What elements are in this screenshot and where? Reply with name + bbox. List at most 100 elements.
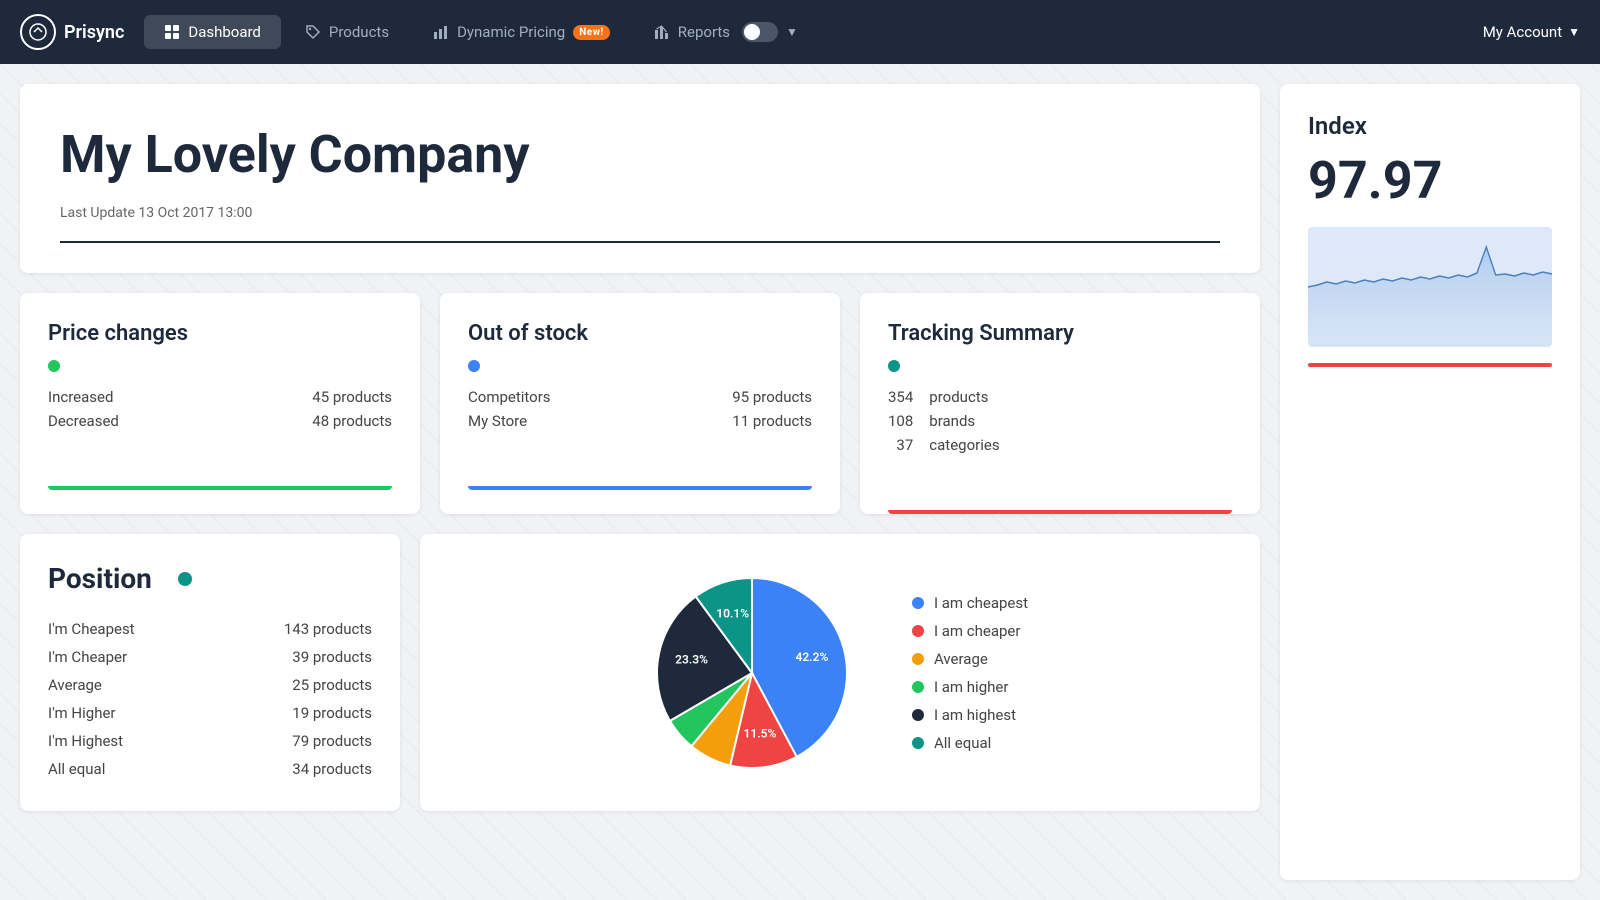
tag-icon	[305, 24, 321, 40]
price-changes-label-0: Increased	[48, 388, 113, 406]
out-of-stock-title: Out of stock	[468, 321, 812, 346]
position-value-3: 19 products	[292, 704, 372, 722]
mini-chart-svg	[1308, 227, 1552, 347]
legend-item-2: Average	[912, 650, 1028, 668]
new-badge: New!	[573, 25, 610, 40]
svg-text:42.2%: 42.2%	[795, 650, 828, 664]
nav-dashboard-label: Dashboard	[188, 23, 261, 41]
price-changes-label-1: Decreased	[48, 412, 119, 430]
legend-label-3: I am higher	[934, 678, 1008, 696]
pie-svg: 42.2% 11.5% 23.3% 10.1%	[652, 573, 852, 773]
position-label-0: I'm Cheapest	[48, 620, 135, 638]
out-of-stock-label-0: Competitors	[468, 388, 551, 406]
position-row-1: I'm Cheaper 39 products	[48, 643, 372, 671]
out-of-stock-row-0: Competitors 95 products	[468, 388, 812, 406]
price-changes-row-1: Decreased 48 products	[48, 412, 392, 430]
position-title: Position	[48, 562, 152, 595]
chart-card: 42.2% 11.5% 23.3% 10.1% I am cheapest I am …	[420, 534, 1260, 811]
position-row-4: I'm Highest 79 products	[48, 727, 372, 755]
out-of-stock-card: Out of stock Competitors 95 products My …	[440, 293, 840, 514]
tracking-num-1: 108	[888, 412, 913, 430]
account-chevron: ▼	[1568, 25, 1580, 39]
index-card: Index 97.97	[1280, 84, 1580, 880]
position-value-0: 143 products	[284, 620, 372, 638]
account-label: My Account	[1483, 23, 1562, 41]
pie-legend: I am cheapest I am cheaper Average I am …	[912, 594, 1028, 752]
tracking-summary-dot	[888, 360, 900, 372]
position-value-1: 39 products	[292, 648, 372, 666]
tracking-summary-title: Tracking Summary	[888, 321, 1232, 346]
header-card: My Lovely Company Last Update 13 Oct 201…	[20, 84, 1260, 273]
stats-row: Price changes Increased 45 products Decr…	[20, 293, 1260, 514]
position-label-2: Average	[48, 676, 102, 694]
legend-label-2: Average	[934, 650, 988, 668]
logo[interactable]: Prisync	[20, 14, 124, 50]
legend-dot-4	[912, 709, 924, 721]
price-changes-bar	[48, 486, 392, 490]
index-value: 97.97	[1308, 150, 1552, 211]
logo-text: Prisync	[64, 22, 124, 43]
price-changes-value-1: 48 products	[312, 412, 392, 430]
tracking-label-0: products	[929, 388, 999, 406]
position-row-3: I'm Higher 19 products	[48, 699, 372, 727]
out-of-stock-rows: Competitors 95 products My Store 11 prod…	[468, 388, 812, 430]
price-changes-dot	[48, 360, 60, 372]
legend-label-5: All equal	[934, 734, 991, 752]
legend-dot-5	[912, 737, 924, 749]
left-content: My Lovely Company Last Update 13 Oct 201…	[20, 84, 1260, 880]
grid-icon	[164, 24, 180, 40]
reports-chevron: ▼	[786, 25, 798, 39]
nav-item-dashboard[interactable]: Dashboard	[144, 15, 281, 49]
nav-dynamic-pricing-label: Dynamic Pricing	[457, 23, 565, 41]
legend-dot-1	[912, 625, 924, 637]
position-table: I'm Cheapest 143 products I'm Cheaper 39…	[48, 615, 372, 783]
nav-item-reports[interactable]: Reports ▼	[634, 14, 818, 50]
tracking-label-1: brands	[929, 412, 999, 430]
position-value-2: 25 products	[292, 676, 372, 694]
legend-dot-0	[912, 597, 924, 609]
last-update: Last Update 13 Oct 2017 13:00	[60, 205, 1220, 221]
price-changes-row-0: Increased 45 products	[48, 388, 392, 406]
svg-text:10.1%: 10.1%	[716, 606, 749, 620]
legend-item-3: I am higher	[912, 678, 1028, 696]
legend-label-1: I am cheaper	[934, 622, 1021, 640]
company-title: My Lovely Company	[60, 124, 1220, 185]
out-of-stock-label-1: My Store	[468, 412, 527, 430]
tracking-label-2: categories	[929, 436, 999, 454]
position-label-3: I'm Higher	[48, 704, 116, 722]
legend-item-0: I am cheapest	[912, 594, 1028, 612]
svg-text:23.3%: 23.3%	[675, 652, 708, 666]
position-card: Position I'm Cheapest 143 products I'm C…	[20, 534, 400, 811]
price-changes-title: Price changes	[48, 321, 392, 346]
out-of-stock-value-1: 11 products	[732, 412, 812, 430]
position-value-5: 34 products	[292, 760, 372, 778]
price-changes-card: Price changes Increased 45 products Decr…	[20, 293, 420, 514]
pie-chart: 42.2% 11.5% 23.3% 10.1%	[652, 573, 852, 773]
nav-item-dynamic-pricing[interactable]: Dynamic Pricing New!	[413, 15, 630, 49]
position-row-5: All equal 34 products	[48, 755, 372, 783]
tracking-summary-bar	[888, 510, 1232, 514]
tracking-num-0: 354	[888, 388, 913, 406]
chart-icon	[654, 24, 670, 40]
header-divider	[60, 241, 1220, 243]
position-label-5: All equal	[48, 760, 105, 778]
nav-items: Dashboard Products Dynamic Pricing New! …	[144, 14, 1482, 50]
main-wrapper: My Lovely Company Last Update 13 Oct 201…	[0, 64, 1600, 900]
legend-item-1: I am cheaper	[912, 622, 1028, 640]
position-header: Position	[48, 562, 372, 595]
price-changes-rows: Increased 45 products Decreased 48 produ…	[48, 388, 392, 430]
position-label-1: I'm Cheaper	[48, 648, 127, 666]
out-of-stock-bar	[468, 486, 812, 490]
position-value-4: 79 products	[292, 732, 372, 750]
nav-item-products[interactable]: Products	[285, 15, 409, 49]
position-dot	[178, 572, 192, 586]
position-label-4: I'm Highest	[48, 732, 123, 750]
account-menu[interactable]: My Account ▼	[1483, 23, 1580, 41]
reports-toggle[interactable]	[742, 22, 778, 42]
legend-item-4: I am highest	[912, 706, 1028, 724]
position-row-0: I'm Cheapest 143 products	[48, 615, 372, 643]
position-row-2: Average 25 products	[48, 671, 372, 699]
svg-text:11.5%: 11.5%	[743, 726, 776, 740]
price-changes-value-0: 45 products	[312, 388, 392, 406]
mini-chart	[1308, 227, 1552, 347]
